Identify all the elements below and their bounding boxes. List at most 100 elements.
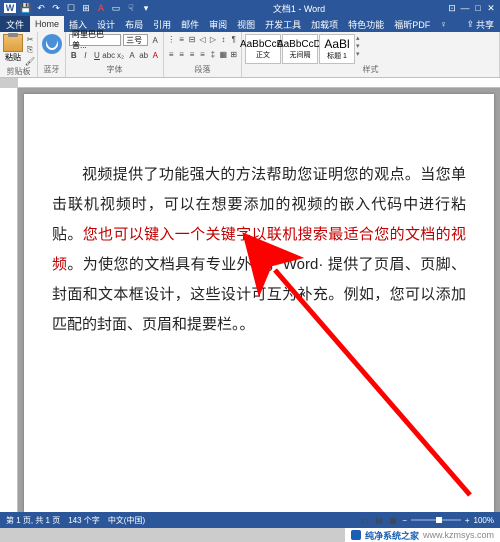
italic-icon[interactable]: I (81, 50, 91, 60)
tab-references[interactable]: 引用 (148, 16, 176, 32)
font-group: 阿里巴巴普... 三号 A B I U abc x₂ A ab A 字体 (66, 32, 164, 77)
tab-foxit[interactable]: 福昕PDF (389, 16, 435, 32)
save-icon[interactable]: 💾 (21, 3, 31, 13)
tell-me[interactable]: ♀ (435, 16, 452, 32)
watermark-text: 纯净系统之家 (365, 529, 419, 542)
language[interactable]: 中文(中国) (108, 515, 145, 526)
sort-icon[interactable]: ↕ (219, 34, 227, 44)
share-button[interactable]: ⇪共享 (460, 16, 500, 32)
tab-addins[interactable]: 加载项 (306, 16, 343, 32)
copy-icon[interactable]: ⎘ (25, 45, 35, 55)
clipboard-group: 粘贴 ✂ ⎘ 🖌 剪贴板 (0, 32, 38, 77)
bluetooth-icon[interactable] (42, 34, 62, 54)
align-center-icon[interactable]: ≡ (177, 49, 185, 59)
clipboard-label: 剪贴板 (3, 66, 34, 77)
tab-home[interactable]: Home (30, 16, 64, 32)
read-mode-icon[interactable]: ▭ (360, 515, 370, 525)
highlight-icon[interactable]: ab (139, 50, 149, 60)
watermark-url: www.kzmsys.com (423, 530, 494, 540)
indent-inc-icon[interactable]: ▷ (209, 34, 217, 44)
web-layout-icon[interactable]: ▦ (388, 515, 398, 525)
styles-more-icon[interactable]: ▴▾▾ (356, 34, 360, 64)
styles-label: 样式 (245, 64, 496, 75)
multilevel-icon[interactable]: ⊟ (188, 34, 196, 44)
style-heading1[interactable]: AaBl标题 1 (319, 34, 355, 64)
font-family-select[interactable]: 阿里巴巴普... (69, 34, 121, 46)
table-icon[interactable]: ⊞ (81, 3, 91, 13)
subscript-icon[interactable]: x₂ (116, 50, 126, 60)
horizontal-ruler[interactable] (18, 78, 500, 88)
tab-mailings[interactable]: 邮件 (176, 16, 204, 32)
watermark-icon (351, 530, 361, 540)
font-color-icon[interactable]: A (96, 3, 106, 13)
bluetooth-label: 蓝牙 (44, 64, 60, 75)
shading-icon[interactable]: ▦ (219, 49, 227, 59)
word-icon: W (4, 3, 16, 13)
borders-icon[interactable]: ⊞ (230, 49, 238, 59)
zoom-level[interactable]: 100% (474, 516, 494, 525)
undo-icon[interactable]: ↶ (36, 3, 46, 13)
bold-icon[interactable]: B (69, 50, 79, 60)
indent-dec-icon[interactable]: ◁ (198, 34, 206, 44)
align-left-icon[interactable]: ≡ (167, 49, 175, 59)
show-marks-icon[interactable]: ¶ (230, 34, 238, 44)
justify-icon[interactable]: ≡ (198, 49, 206, 59)
file-tab[interactable]: 文件 (0, 16, 30, 32)
status-bar: 第 1 页, 共 1 页 143 个字 中文(中国) ▭ ▤ ▦ − + 100… (0, 512, 500, 528)
document-page[interactable]: 视频提供了功能强大的方法帮助您证明您的观点。当您单击联机视频时，可以在想要添加的… (24, 94, 494, 512)
paste-button[interactable]: 粘贴 (3, 34, 23, 66)
picture-icon[interactable]: ▭ (111, 3, 121, 13)
style-normal[interactable]: AaBbCcDi正文 (245, 34, 281, 64)
tab-developer[interactable]: 开发工具 (260, 16, 306, 32)
styles-group: AaBbCcDi正文 AaBbCcDi无间隔 AaBl标题 1 ▴▾▾ 样式 (242, 32, 500, 77)
close-icon[interactable]: ✕ (486, 3, 496, 13)
vertical-ruler[interactable] (0, 88, 18, 512)
ribbon: 粘贴 ✂ ⎘ 🖌 剪贴板 蓝牙 阿里巴巴普... 三号 A B I U abc … (0, 32, 500, 78)
zoom-in-icon[interactable]: + (465, 516, 470, 525)
touch-icon[interactable]: ☟ (126, 3, 136, 13)
grow-font-icon[interactable]: A (150, 35, 160, 45)
paragraph-group: ⋮ ≡ ⊟ ◁ ▷ ↕ ¶ ≡ ≡ ≡ ≡ ‡ ▦ ⊞ 段落 (164, 32, 242, 77)
quick-access-toolbar: W 💾 ↶ ↷ ☐ ⊞ A ▭ ☟ ▾ (4, 3, 151, 13)
tab-layout[interactable]: 布局 (120, 16, 148, 32)
paste-icon (3, 34, 23, 52)
zoom-slider[interactable] (411, 519, 461, 521)
tab-feature[interactable]: 特色功能 (343, 16, 389, 32)
window-title: 文档1 - Word (151, 2, 447, 15)
format-painter-icon[interactable]: 🖌 (25, 56, 35, 66)
ribbon-options-icon[interactable]: ⊡ (447, 3, 457, 13)
minimize-icon[interactable]: — (460, 3, 470, 13)
redo-icon[interactable]: ↷ (51, 3, 61, 13)
align-right-icon[interactable]: ≡ (188, 49, 196, 59)
style-nospacing[interactable]: AaBbCcDi无间隔 (282, 34, 318, 64)
title-bar: W 💾 ↶ ↷ ☐ ⊞ A ▭ ☟ ▾ 文档1 - Word ⊡ — □ ✕ (0, 0, 500, 16)
strike-icon[interactable]: abc (104, 50, 114, 60)
page-count[interactable]: 第 1 页, 共 1 页 (6, 515, 60, 526)
page-container: 视频提供了功能强大的方法帮助您证明您的观点。当您单击联机视频时，可以在想要添加的… (18, 88, 500, 512)
watermark: 纯净系统之家 www.kzmsys.com (345, 528, 500, 542)
share-icon: ⇪ (466, 19, 474, 30)
line-spacing-icon[interactable]: ‡ (209, 49, 217, 59)
cut-icon[interactable]: ✂ (25, 34, 35, 44)
zoom-out-icon[interactable]: − (402, 516, 407, 525)
underline-icon[interactable]: U (92, 50, 102, 60)
tab-review[interactable]: 审阅 (204, 16, 232, 32)
window-controls: ⊡ — □ ✕ (447, 3, 496, 13)
text-effect-icon[interactable]: A (127, 50, 137, 60)
font-size-select[interactable]: 三号 (123, 34, 148, 46)
maximize-icon[interactable]: □ (473, 3, 483, 13)
numbering-icon[interactable]: ≡ (177, 34, 185, 44)
word-count[interactable]: 143 个字 (68, 515, 100, 526)
document-text[interactable]: 视频提供了功能强大的方法帮助您证明您的观点。当您单击联机视频时，可以在想要添加的… (52, 160, 466, 340)
paragraph-label: 段落 (167, 64, 238, 75)
text-post: 。为使您的文档具有专业外观，Word· 提供了页眉、页脚、封面和文本框设计，这些… (52, 256, 466, 333)
print-layout-icon[interactable]: ▤ (374, 515, 384, 525)
open-icon[interactable]: ☐ (66, 3, 76, 13)
tab-view[interactable]: 视图 (232, 16, 260, 32)
document-area: 视频提供了功能强大的方法帮助您证明您的观点。当您单击联机视频时，可以在想要添加的… (0, 88, 500, 512)
bluetooth-group: 蓝牙 (38, 32, 66, 77)
qat-more-icon[interactable]: ▾ (141, 3, 151, 13)
font-label: 字体 (69, 64, 160, 75)
bullets-icon[interactable]: ⋮ (167, 34, 175, 44)
font-color-btn-icon[interactable]: A (150, 50, 160, 60)
